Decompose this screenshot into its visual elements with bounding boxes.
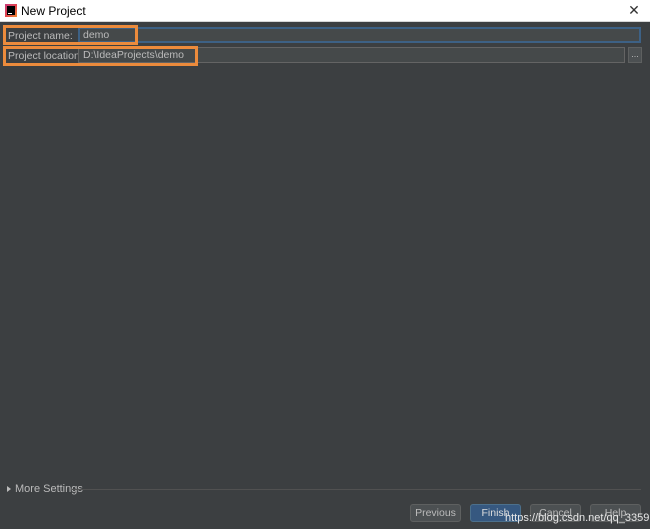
watermark: https://blog.csdn.net/qq_33591873	[505, 512, 650, 524]
project-location-input[interactable]: D:\IdeaProjects\demo	[78, 47, 625, 63]
browse-button[interactable]: ...	[628, 47, 642, 63]
intellij-idea-icon	[5, 4, 17, 17]
separator	[72, 489, 641, 490]
project-location-label: Project location:	[8, 50, 83, 62]
title-bar: New Project ✕	[0, 0, 650, 22]
triangle-right-icon	[7, 486, 11, 492]
previous-button[interactable]: Previous	[410, 504, 461, 522]
project-name-input[interactable]: demo	[78, 27, 641, 43]
window-title: New Project	[21, 4, 86, 18]
project-name-label: Project name:	[8, 30, 73, 42]
close-icon[interactable]: ✕	[626, 2, 642, 18]
